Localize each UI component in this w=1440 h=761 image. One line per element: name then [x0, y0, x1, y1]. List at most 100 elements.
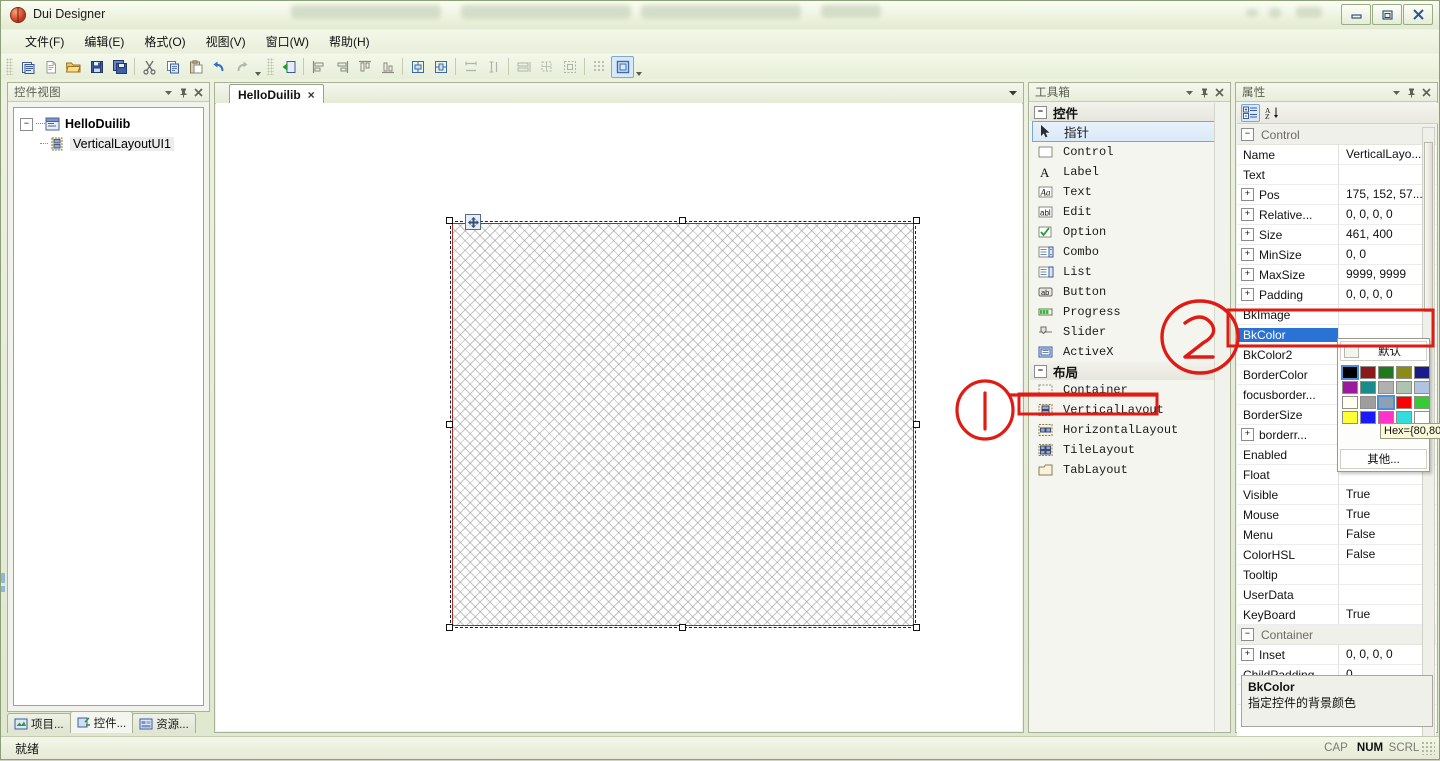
pin-icon[interactable]: [176, 85, 191, 100]
toolbar-overflow-1[interactable]: [253, 54, 262, 79]
color-swatch-grid[interactable]: [1338, 363, 1430, 424]
save-all-icon[interactable]: [108, 56, 131, 78]
property-expander-icon[interactable]: +: [1241, 228, 1254, 241]
minimize-button[interactable]: [1341, 4, 1371, 25]
close-icon[interactable]: ×: [308, 88, 315, 102]
resize-handle-n[interactable]: [679, 217, 686, 224]
menu-window[interactable]: 窗口(W): [256, 30, 319, 53]
resize-handle-s[interactable]: [679, 624, 686, 631]
center-vertical-icon[interactable]: [429, 56, 452, 78]
close-icon[interactable]: [1419, 85, 1434, 100]
toolbox-item-label[interactable]: A Label: [1030, 162, 1229, 182]
toolbar-grip-1[interactable]: [6, 58, 13, 75]
color-swatch[interactable]: [1396, 396, 1412, 409]
design-canvas[interactable]: [216, 103, 1022, 731]
center-horizontal-icon[interactable]: [406, 56, 429, 78]
toolbar-grip-2[interactable]: [267, 58, 274, 75]
new-project-icon[interactable]: [16, 56, 39, 78]
align-right-icon[interactable]: [330, 56, 353, 78]
property-row-keyboard[interactable]: KeyBoard True: [1237, 605, 1436, 625]
paste-icon[interactable]: [184, 56, 207, 78]
color-swatch[interactable]: [1342, 381, 1358, 394]
tab-resource[interactable]: 资源...: [132, 713, 196, 733]
resize-handle-e[interactable]: [913, 421, 920, 428]
menu-format[interactable]: 格式(O): [134, 30, 195, 53]
toolbox-item-option[interactable]: Option: [1030, 222, 1229, 242]
align-top-icon[interactable]: [353, 56, 376, 78]
property-row-minsize[interactable]: + MinSize 0, 0: [1237, 245, 1436, 265]
open-icon[interactable]: [62, 56, 85, 78]
color-swatch[interactable]: [1360, 396, 1376, 409]
property-row-relative[interactable]: + Relative... 0, 0, 0, 0: [1237, 205, 1436, 225]
toolbox-item-tablayout[interactable]: TabLayout: [1030, 460, 1229, 480]
save-icon[interactable]: [85, 56, 108, 78]
close-button[interactable]: [1403, 4, 1433, 25]
property-expander-icon[interactable]: +: [1241, 428, 1254, 441]
property-row-tooltip[interactable]: Tooltip: [1237, 565, 1436, 585]
design-object-verticallayoutui1[interactable]: [446, 214, 920, 631]
redo-icon[interactable]: [230, 56, 253, 78]
menu-edit[interactable]: 编辑(E): [74, 30, 134, 53]
tree-node-verticallayoutui1[interactable]: VerticalLayoutUI1: [14, 134, 203, 154]
color-swatch[interactable]: [1360, 366, 1376, 379]
tab-order-icon[interactable]: [611, 55, 634, 78]
toolbox-list[interactable]: − 控件 指针 Control A Label Aa Text abl Edit…: [1030, 103, 1229, 731]
resize-grip-icon[interactable]: [1421, 741, 1435, 755]
tab-project[interactable]: 项目...: [7, 713, 71, 733]
color-swatch[interactable]: [1414, 396, 1430, 409]
color-swatch[interactable]: [1360, 411, 1376, 424]
property-expander-icon[interactable]: +: [1241, 648, 1254, 661]
property-row-bkimage[interactable]: BkImage: [1237, 305, 1436, 325]
tree-node-helloduilib[interactable]: − HelloDuilib: [14, 114, 203, 134]
group-expander-icon[interactable]: −: [1034, 364, 1047, 378]
new-file-icon[interactable]: [39, 56, 62, 78]
color-picker-popup[interactable]: 默认 其他...: [1337, 338, 1430, 472]
toolbox-group-controls[interactable]: − 控件: [1030, 103, 1229, 121]
color-swatch[interactable]: [1377, 395, 1395, 410]
menu-file[interactable]: 文件(F): [15, 30, 74, 53]
color-swatch[interactable]: [1396, 381, 1412, 394]
color-swatch[interactable]: [1342, 411, 1358, 424]
tab-controls[interactable]: 控件...: [69, 711, 134, 733]
show-grid-icon[interactable]: [588, 56, 611, 78]
chevron-down-icon[interactable]: [1389, 85, 1404, 100]
toolbox-item-edit[interactable]: abl Edit: [1030, 202, 1229, 222]
toolbox-item-pointer[interactable]: 指针: [1032, 121, 1227, 142]
property-row-inset[interactable]: + Inset 0, 0, 0, 0: [1237, 645, 1436, 665]
toolbox-item-button[interactable]: ab Button: [1030, 282, 1229, 302]
property-row-text[interactable]: Text: [1237, 165, 1436, 185]
toolbox-item-control[interactable]: Control: [1030, 142, 1229, 162]
color-swatch[interactable]: [1414, 381, 1430, 394]
property-category-control[interactable]: − Control: [1237, 125, 1436, 145]
toolbox-item-horizontallayout[interactable]: HorizontalLayout: [1030, 420, 1229, 440]
toolbox-item-list[interactable]: List: [1030, 262, 1229, 282]
undo-icon[interactable]: [207, 56, 230, 78]
maximize-button[interactable]: [1372, 4, 1402, 25]
properties-scrollbar-thumb[interactable]: [1424, 142, 1433, 312]
cut-icon[interactable]: [138, 56, 161, 78]
pin-icon[interactable]: [1197, 85, 1212, 100]
align-bottom-icon[interactable]: [376, 56, 399, 78]
toolbox-item-text[interactable]: Aa Text: [1030, 182, 1229, 202]
toolbox-item-combo[interactable]: Combo: [1030, 242, 1229, 262]
document-tab-helloduilib[interactable]: HelloDuilib ×: [229, 84, 324, 104]
color-swatch[interactable]: [1341, 365, 1359, 380]
property-row-padding[interactable]: + Padding 0, 0, 0, 0: [1237, 285, 1436, 305]
toolbox-item-progress[interactable]: Progress: [1030, 302, 1229, 322]
chevron-down-icon[interactable]: [161, 85, 176, 100]
property-expander-icon[interactable]: +: [1241, 188, 1254, 201]
property-expander-icon[interactable]: +: [1241, 208, 1254, 221]
resize-handle-ne[interactable]: [913, 217, 920, 224]
property-expander-icon[interactable]: +: [1241, 288, 1254, 301]
resize-handle-nw[interactable]: [446, 217, 453, 224]
resize-handle-w[interactable]: [446, 421, 453, 428]
copy-icon[interactable]: [161, 56, 184, 78]
property-row-maxsize[interactable]: + MaxSize 9999, 9999: [1237, 265, 1436, 285]
size-to-grid-icon[interactable]: [535, 56, 558, 78]
property-expander-icon[interactable]: +: [1241, 268, 1254, 281]
resize-handle-sw[interactable]: [446, 624, 453, 631]
property-row-mouse[interactable]: Mouse True: [1237, 505, 1436, 525]
same-height-icon[interactable]: [482, 56, 505, 78]
toolbox-item-container[interactable]: Container: [1030, 380, 1229, 400]
menu-help[interactable]: 帮助(H): [319, 30, 380, 53]
